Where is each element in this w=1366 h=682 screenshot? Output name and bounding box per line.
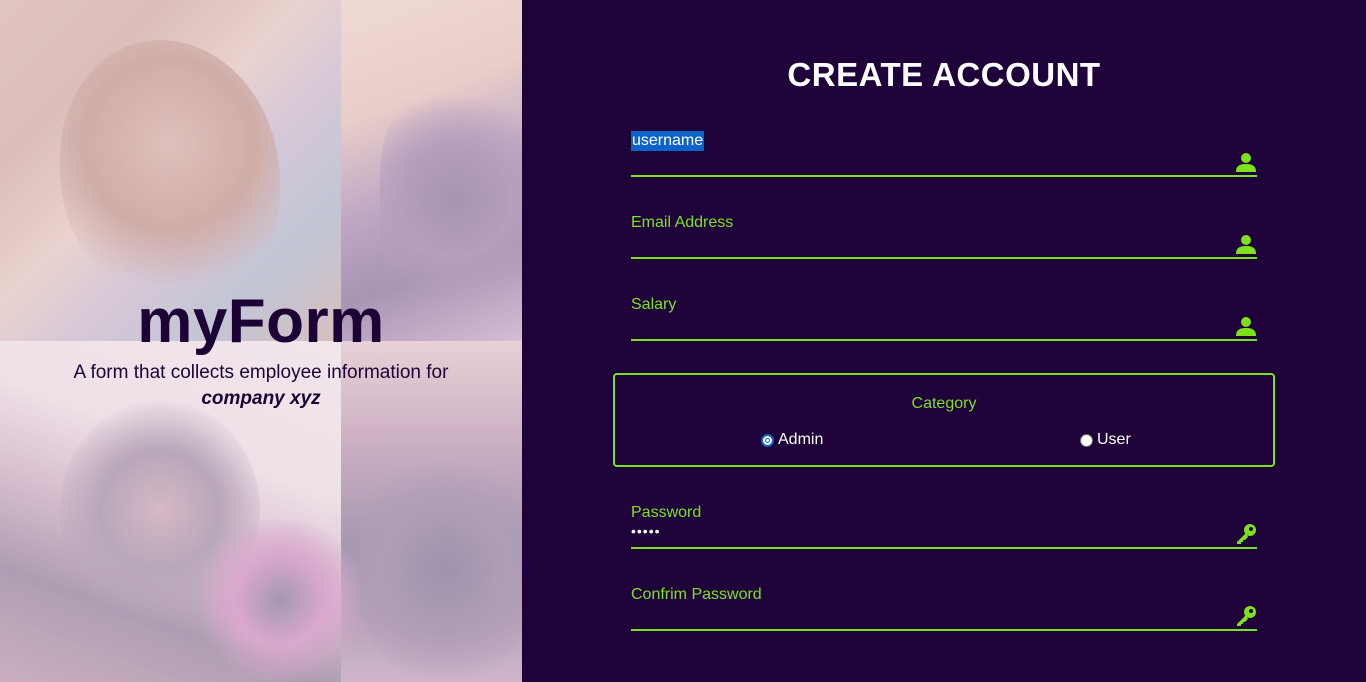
form-title: CREATE ACCOUNT [787, 56, 1101, 93]
radio-admin[interactable]: Admin [761, 431, 823, 449]
email-label: Email Address [631, 214, 734, 231]
user-icon [1236, 235, 1256, 254]
username-field[interactable]: username [631, 131, 1257, 177]
radio-user-label: User [1097, 431, 1131, 448]
page: myForm A form that collects employee inf… [0, 0, 1366, 682]
category-label: Category [911, 395, 977, 412]
key-icon [1237, 524, 1256, 544]
brand-title: myForm [137, 287, 385, 356]
user-icon [1236, 153, 1256, 172]
password-label: Password [631, 504, 702, 521]
create-account-form: CREATE ACCOUNT username Email Address Sa… [522, 0, 1366, 682]
category-fieldset: Category Admin User [613, 373, 1275, 467]
key-icon [1237, 606, 1256, 626]
username-label: username [631, 131, 705, 151]
password-field[interactable]: Password ••••• [631, 503, 1257, 549]
company-name: company xyz [201, 388, 321, 409]
radio-user[interactable]: User [1080, 431, 1131, 449]
hero-panel: myForm A form that collects employee inf… [0, 0, 522, 682]
confirm-password-field[interactable]: Confrim Password [631, 585, 1257, 631]
radio-admin-input[interactable] [761, 433, 774, 447]
salary-label: Salary [631, 296, 677, 313]
confirm-password-label: Confrim Password [631, 586, 762, 603]
radio-admin-label: Admin [778, 431, 824, 448]
salary-field[interactable]: Salary [631, 295, 1257, 341]
email-field[interactable]: Email Address [631, 213, 1257, 259]
radio-user-input[interactable] [1080, 433, 1093, 447]
user-icon [1236, 317, 1256, 336]
brand-tagline: A form that collects employee informatio… [73, 362, 449, 383]
password-value: ••••• [631, 523, 661, 539]
